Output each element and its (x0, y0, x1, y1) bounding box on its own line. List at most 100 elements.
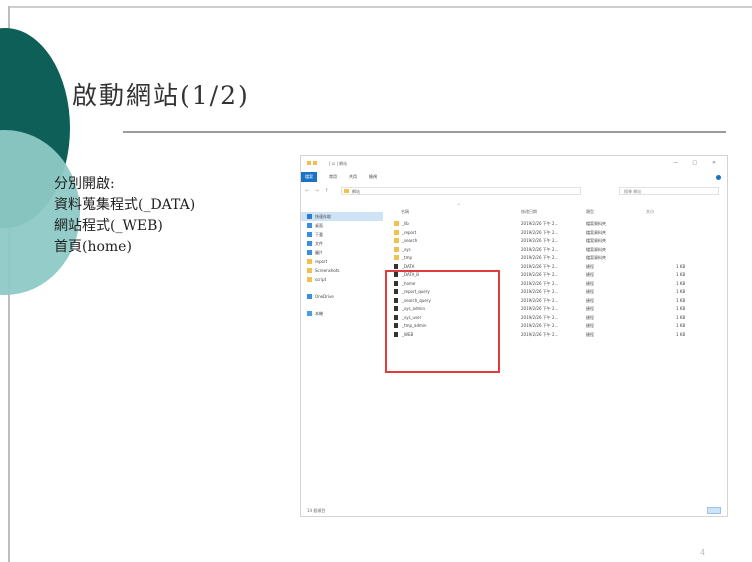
file-date: 2019/2/26 下午 2... (521, 272, 559, 277)
file-type: 捷徑 (586, 306, 594, 311)
sidebar-item-report[interactable]: report (301, 257, 383, 266)
folder-icon (394, 229, 399, 235)
file-date: 2019/2/26 下午 2... (521, 221, 559, 226)
top-border (8, 6, 752, 8)
file-type: 捷徑 (586, 272, 594, 277)
column-header-name[interactable]: 名稱 (401, 209, 409, 215)
sidebar-item-label: 桌面 (315, 223, 323, 228)
file-type: 捷徑 (586, 314, 594, 320)
minimize-icon[interactable]: — (670, 160, 680, 166)
view-toggle-icon[interactable] (707, 507, 721, 514)
sidebar-item-label: 下載 (315, 232, 323, 237)
ribbon: 檔案 常用 共用 檢視 (301, 172, 727, 182)
file-name: _search (402, 238, 418, 243)
file-size: 1 KB (676, 280, 686, 286)
sidebar-item-script[interactable]: script (301, 275, 383, 284)
desktop-icon (307, 223, 312, 228)
file-date: 2019/2/26 下午 2... (521, 306, 559, 311)
file-size: 1 KB (676, 263, 686, 269)
status-bar: 14 個項目 (301, 506, 727, 516)
file-name: _sys (402, 246, 411, 252)
sidebar-item-label: OneDrive (315, 294, 334, 299)
address-bar[interactable]: 網站 (341, 187, 581, 195)
file-type: 捷徑 (586, 289, 594, 294)
sidebar-item-label: 快速存取 (315, 214, 331, 219)
star-icon (307, 214, 312, 219)
file-row[interactable]: _sys 2019/2/26 下午 2... 檔案資料夾 (391, 246, 701, 255)
file-date: 2019/2/26 下午 2... (521, 323, 559, 328)
folder-icon (307, 259, 312, 264)
column-header-date[interactable]: 修改日期 (521, 209, 537, 215)
file-type: 檔案資料夾 (586, 238, 606, 243)
file-size: 1 KB (676, 272, 686, 277)
quick-access-toolbar (307, 161, 325, 166)
address-text: 網站 (352, 189, 360, 194)
file-date: 2019/2/26 下午 2... (521, 297, 559, 303)
sidebar-item-this-pc[interactable]: 本機 (301, 309, 383, 318)
file-name: _tmp (402, 255, 413, 260)
body-line: 分別開啟: (54, 176, 115, 192)
sidebar-item-pictures[interactable]: 圖片 (301, 248, 383, 257)
file-size: 1 KB (676, 306, 686, 311)
folder-icon (307, 277, 312, 282)
sidebar-item-downloads[interactable]: 下載 (301, 230, 383, 239)
sidebar-item-label: 本機 (315, 311, 323, 316)
column-headers: 名稱 修改日期 類型 大小 (391, 208, 721, 216)
window-controls: — □ ✕ (662, 160, 719, 166)
file-size: 1 KB (676, 314, 686, 320)
file-size: 1 KB (676, 331, 686, 337)
sidebar-item-quick-access[interactable]: 快速存取 (301, 212, 383, 221)
file-type: 捷徑 (586, 263, 594, 269)
file-date: 2019/2/26 下午 2... (521, 263, 559, 269)
sidebar-item-label: report (315, 259, 328, 264)
file-row[interactable]: _search 2019/2/26 下午 2... 檔案資料夾 (391, 237, 701, 246)
folder-icon (394, 238, 399, 243)
file-row[interactable]: _report 2019/2/26 下午 2... 檔案資料夾 (391, 229, 701, 238)
tab-view[interactable]: 檢視 (365, 172, 381, 182)
file-row[interactable]: _lib 2019/2/26 下午 2... 檔案資料夾 (391, 220, 701, 229)
body-line: 首頁(home) (54, 239, 132, 255)
highlight-box (385, 270, 500, 373)
tab-share[interactable]: 共用 (345, 172, 361, 182)
folder-icon (394, 221, 399, 226)
help-icon[interactable] (716, 175, 721, 180)
file-type: 捷徑 (586, 331, 594, 337)
file-name: _lib (402, 221, 409, 226)
file-date: 2019/2/26 下午 2... (521, 238, 559, 243)
slide-body: 分別開啟: 資料蒐集程式(_DATA) 網站程式(_WEB) 首頁(home) (54, 174, 195, 258)
cloud-icon (307, 294, 312, 299)
column-header-size[interactable]: 大小 (646, 209, 654, 215)
column-header-type[interactable]: 類型 (586, 209, 594, 215)
maximize-icon[interactable]: □ (690, 160, 700, 166)
file-date: 2019/2/26 下午 2... (521, 255, 559, 260)
file-type: 檔案資料夾 (586, 221, 606, 226)
tab-home[interactable]: 常用 (325, 172, 341, 182)
close-icon[interactable]: ✕ (709, 160, 719, 166)
file-type: 捷徑 (586, 280, 594, 286)
file-type: 檔案資料夾 (586, 255, 606, 260)
nav-arrows-icon[interactable]: ← → ↑ (305, 188, 331, 194)
file-size: 1 KB (676, 323, 686, 328)
file-row[interactable]: _tmp 2019/2/26 下午 2... 檔案資料夾 (391, 254, 701, 263)
file-name: _report (402, 229, 417, 235)
sidebar-item-onedrive[interactable]: OneDrive (301, 292, 383, 301)
file-date: 2019/2/26 下午 2... (521, 229, 559, 235)
sidebar-item-desktop[interactable]: 桌面 (301, 221, 383, 230)
search-input[interactable]: 搜尋 網站 (619, 187, 719, 195)
title-divider (123, 131, 726, 133)
folder-icon (313, 161, 317, 165)
sidebar-item-label: 圖片 (315, 250, 323, 255)
folder-icon (307, 161, 311, 165)
tab-file[interactable]: 檔案 (301, 172, 317, 182)
file-date: 2019/2/26 下午 2... (521, 280, 559, 286)
file-date: 2019/2/26 下午 2... (521, 289, 559, 294)
folder-icon (394, 255, 399, 260)
body-line: 網站程式(_WEB) (54, 218, 163, 234)
sidebar-item-documents[interactable]: 文件 (301, 239, 383, 248)
explorer-titlebar: | ☑ | 網站 — □ ✕ (301, 156, 727, 171)
address-bar-row: ← → ↑ 網站 搜尋 網站 (301, 186, 727, 196)
sidebar-item-screenshots[interactable]: Screenshots (301, 266, 383, 275)
body-line: 資料蒐集程式(_DATA) (54, 197, 196, 213)
file-type: 檔案資料夾 (586, 229, 606, 235)
document-icon (307, 241, 312, 246)
